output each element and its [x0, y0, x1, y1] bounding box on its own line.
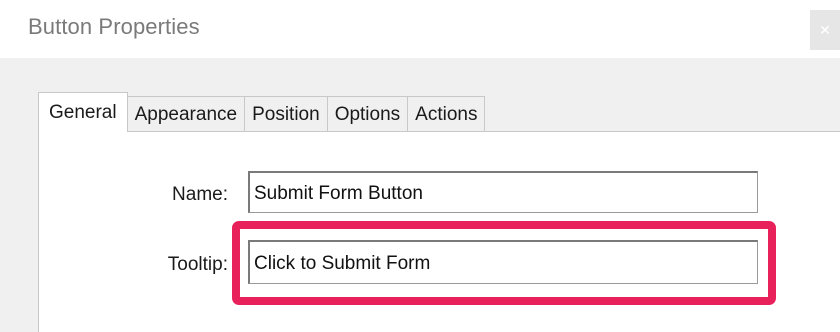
close-button[interactable]: ✕	[810, 10, 840, 50]
tooltip-highlight-box	[232, 221, 776, 305]
tab-general[interactable]: General	[38, 92, 128, 132]
tooltip-label: Tooltip:	[167, 254, 228, 275]
dialog-title: Button Properties	[28, 14, 200, 39]
tab-strip: General Appearance Position Options Acti…	[38, 92, 486, 132]
tab-actions[interactable]: Actions	[408, 96, 486, 132]
tab-position[interactable]: Position	[245, 96, 328, 132]
tab-appearance[interactable]: Appearance	[127, 96, 246, 132]
button-properties-dialog: Button Properties ✕ General Appearance P…	[0, 0, 840, 332]
tab-options[interactable]: Options	[327, 96, 409, 132]
title-bar: Button Properties ✕	[0, 0, 840, 58]
name-field[interactable]	[248, 171, 758, 213]
close-icon: ✕	[819, 22, 831, 38]
name-label: Name:	[172, 184, 228, 205]
